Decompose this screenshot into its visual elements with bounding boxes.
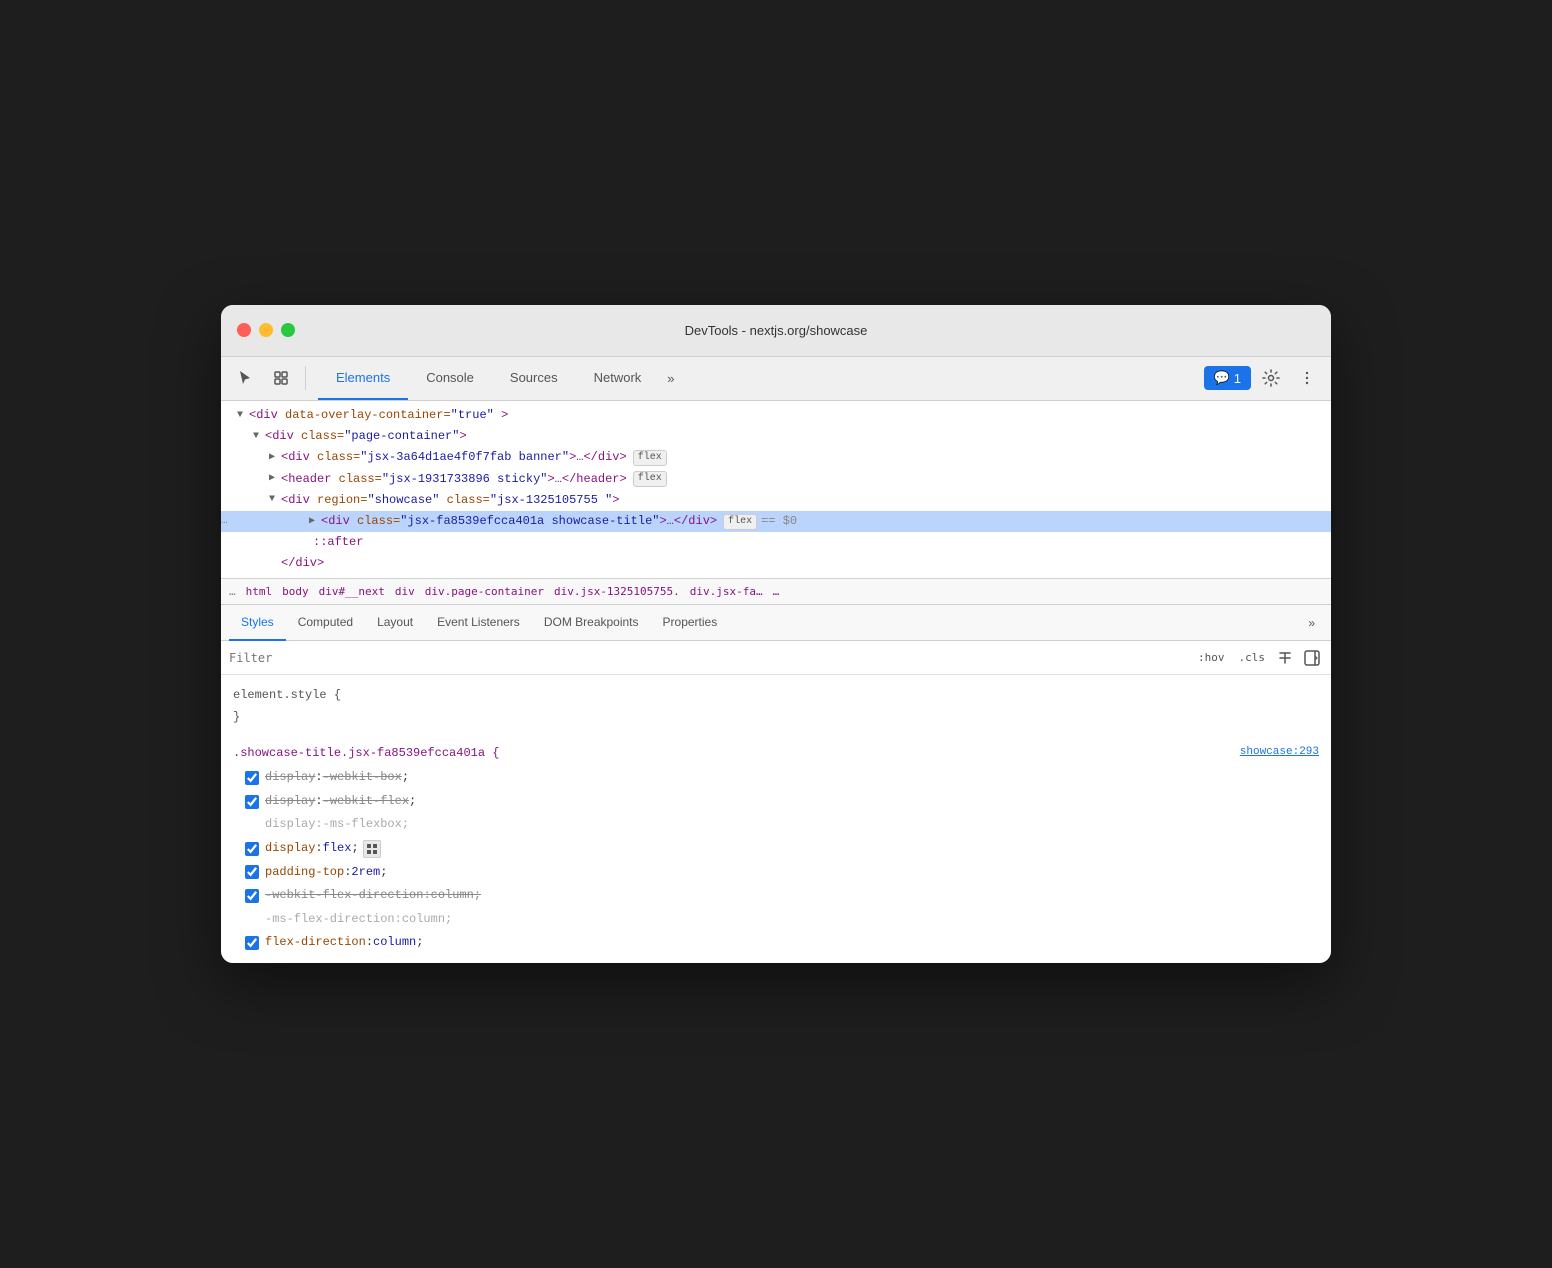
flex-badge-6[interactable]: flex [723, 514, 757, 530]
triangle-icon-2[interactable] [253, 429, 265, 445]
breadcrumb-next[interactable]: div#__next [315, 583, 389, 600]
element-style-selector[interactable]: element.style { [233, 688, 341, 702]
tab-styles[interactable]: Styles [229, 605, 286, 641]
breadcrumb-jsx-1325[interactable]: div.jsx-1325105755. [550, 583, 684, 600]
prop-padding-top: padding-top : 2rem ; [221, 861, 1331, 885]
triangle-icon-4[interactable] [269, 471, 281, 487]
devtools-toolbar: Elements Console Sources Network » 💬 1 [221, 357, 1331, 401]
tab-computed[interactable]: Computed [286, 605, 365, 641]
dom-line-after[interactable]: ::after [221, 532, 1331, 553]
filter-input[interactable] [229, 651, 1194, 665]
dom-breadcrumb: … html body div#__next div div.page-cont… [221, 579, 1331, 605]
maximize-button[interactable] [281, 323, 295, 337]
minimize-button[interactable] [259, 323, 273, 337]
menu-button[interactable] [1291, 362, 1323, 394]
breadcrumb-div[interactable]: div [391, 583, 419, 600]
prop-checkbox-5[interactable] [245, 865, 259, 879]
showcase-title-rule: showcase:293 .showcase-title.jsx-fa8539e… [221, 741, 1331, 767]
breadcrumb-body[interactable]: body [278, 583, 313, 600]
prop-display-ms-flexbox: display : -ms-flexbox ; [221, 813, 1331, 837]
settings-button[interactable] [1255, 362, 1287, 394]
toolbar-right: 💬 1 [1204, 362, 1323, 394]
more-styles-tabs[interactable]: » [1300, 616, 1323, 630]
prop-flex-direction: flex-direction : column ; [221, 931, 1331, 955]
hov-button[interactable]: :hov [1194, 649, 1229, 666]
tab-properties[interactable]: Properties [651, 605, 730, 641]
toolbar-tabs: Elements Console Sources Network » [318, 357, 683, 400]
styles-panel-tabs: Styles Computed Layout Event Listeners D… [221, 605, 1331, 641]
prop-ms-flex-direction: -ms-flex-direction : column ; [221, 908, 1331, 932]
prop-checkbox-1[interactable] [245, 771, 259, 785]
cursor-icon[interactable] [229, 362, 261, 394]
dom-line-2[interactable]: <div class="page-container"> [221, 426, 1331, 447]
style-source-link[interactable]: showcase:293 [1240, 743, 1319, 763]
tab-layout[interactable]: Layout [365, 605, 425, 641]
dom-tree-panel: <div data-overlay-container="true" > <di… [221, 401, 1331, 580]
prop-display-flex: display : flex ; [221, 837, 1331, 861]
eq-indicator: == $0 [761, 512, 797, 531]
styles-content: element.style { } showcase:293 .showcase… [221, 675, 1331, 963]
tab-event-listeners[interactable]: Event Listeners [425, 605, 532, 641]
prop-checkbox-2[interactable] [245, 795, 259, 809]
tab-elements[interactable]: Elements [318, 356, 408, 400]
add-style-button[interactable] [1275, 648, 1295, 668]
triangle-icon-6[interactable] [309, 514, 321, 530]
filter-actions: :hov .cls [1194, 647, 1323, 669]
messages-badge[interactable]: 💬 1 [1204, 366, 1251, 390]
breadcrumb-more[interactable]: … [769, 583, 784, 600]
triangle-icon-5[interactable] [269, 492, 281, 508]
message-icon: 💬 [1214, 370, 1230, 386]
prop-checkbox-8[interactable] [245, 936, 259, 950]
more-tabs-button[interactable]: » [659, 356, 682, 400]
dom-line-3[interactable]: <div class="jsx-3a64d1ae4f0f7fab banner"… [221, 447, 1331, 468]
tab-network[interactable]: Network [576, 356, 660, 400]
close-button[interactable] [237, 323, 251, 337]
prop-checkbox-6[interactable] [245, 889, 259, 903]
tab-sources[interactable]: Sources [492, 356, 576, 400]
breadcrumb-page-container[interactable]: div.page-container [421, 583, 548, 600]
flex-badge-4[interactable]: flex [633, 471, 667, 487]
traffic-lights [237, 323, 295, 337]
titlebar: DevTools - nextjs.org/showcase [221, 305, 1331, 357]
filter-bar: :hov .cls [221, 641, 1331, 675]
dom-line-closing[interactable]: </div> [221, 553, 1331, 574]
dom-line-4[interactable]: <header class="jsx-1931733896 sticky">…<… [221, 469, 1331, 490]
style-selector[interactable]: .showcase-title.jsx-fa8539efcca401a { [233, 746, 499, 760]
inspect-icon[interactable] [265, 362, 297, 394]
breadcrumb-dots: … [229, 585, 236, 598]
tab-dom-breakpoints[interactable]: DOM Breakpoints [532, 605, 651, 641]
prop-display-webkit-box: display : -webkit-box ; [221, 766, 1331, 790]
dots-indicator: … [221, 513, 245, 531]
sidebar-toggle-button[interactable] [1301, 647, 1323, 669]
breadcrumb-jsx-fa[interactable]: div.jsx-fa… [686, 583, 767, 600]
dom-line-selected[interactable]: … <div class="jsx-fa8539efcca401a showca… [221, 511, 1331, 532]
triangle-icon-1[interactable] [237, 408, 249, 424]
element-style-rule: element.style { } [221, 683, 1331, 730]
prop-checkbox-4[interactable] [245, 842, 259, 856]
devtools-window: DevTools - nextjs.org/showcase Elements … [221, 305, 1331, 963]
toolbar-divider [305, 366, 306, 390]
triangle-icon-3[interactable] [269, 450, 281, 466]
dom-line-1[interactable]: <div data-overlay-container="true" > [221, 405, 1331, 426]
cls-button[interactable]: .cls [1235, 649, 1270, 666]
prop-webkit-flex-direction: -webkit-flex-direction : column ; [221, 884, 1331, 908]
prop-display-webkit-flex: display : -webkit-flex ; [221, 790, 1331, 814]
grid-layout-icon[interactable] [363, 840, 381, 858]
dom-line-5[interactable]: <div region="showcase" class="jsx-132510… [221, 490, 1331, 511]
window-title: DevTools - nextjs.org/showcase [685, 323, 868, 338]
breadcrumb-html[interactable]: html [242, 583, 277, 600]
tab-console[interactable]: Console [408, 356, 492, 400]
flex-badge-3[interactable]: flex [633, 450, 667, 466]
